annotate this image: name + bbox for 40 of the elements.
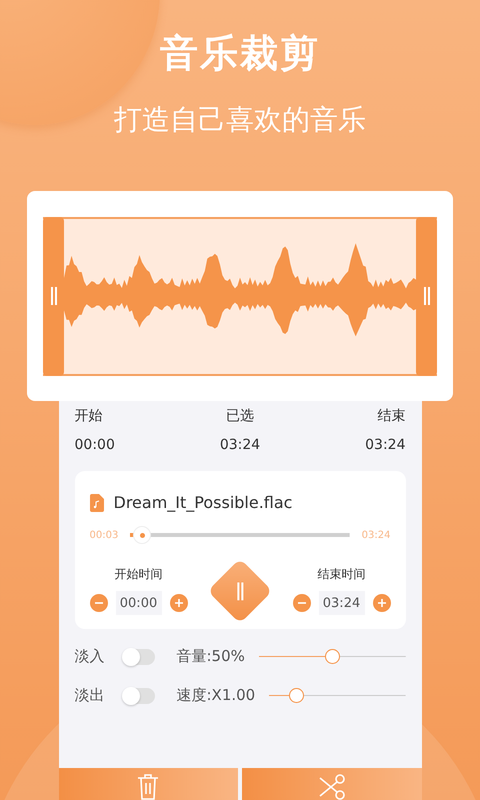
- grip-icon: [424, 287, 430, 305]
- decrease-button[interactable]: [90, 594, 108, 612]
- progress-thumb[interactable]: [133, 526, 152, 544]
- start-time-label: 开始时间: [114, 566, 162, 583]
- time-label: 已选: [224, 407, 255, 425]
- fade-toggle[interactable]: [122, 688, 154, 704]
- start-time-field[interactable]: 00:00: [116, 591, 162, 615]
- time-label: 结束: [376, 407, 406, 425]
- slider-label: 音量:50%: [176, 647, 245, 666]
- decrease-button[interactable]: [292, 594, 310, 612]
- page-subtitle: 打造自己喜欢的音乐: [114, 102, 366, 138]
- cut-button[interactable]: [242, 768, 422, 800]
- slider-thumb[interactable]: [289, 688, 304, 703]
- left-trim-handle[interactable]: [43, 216, 64, 376]
- time-value: 03:24: [218, 437, 262, 453]
- plus-icon: [376, 598, 386, 608]
- music-file-icon: [90, 494, 104, 512]
- slider-label: 速度:X1.00: [176, 686, 256, 705]
- fade-label: 淡入: [74, 647, 106, 666]
- delete-button[interactable]: [58, 768, 238, 800]
- current-time: 00:03: [90, 530, 118, 540]
- fade-label: 淡出: [74, 686, 106, 705]
- end-time-field[interactable]: 03:24: [318, 591, 364, 615]
- total-time: 03:24: [362, 530, 390, 540]
- trash-icon: [137, 774, 160, 800]
- time-label: 开始: [74, 407, 104, 425]
- time-value: 03:24: [364, 437, 406, 453]
- pause-icon: [236, 582, 244, 600]
- scissors-icon: [318, 774, 346, 800]
- slider-thumb[interactable]: [325, 649, 340, 664]
- grip-icon: [50, 287, 56, 305]
- right-trim-handle[interactable]: [416, 216, 437, 376]
- page-title: 音乐裁剪: [160, 30, 320, 77]
- increase-button[interactable]: [372, 594, 390, 612]
- plus-icon: [174, 598, 184, 608]
- increase-button[interactable]: [170, 594, 188, 612]
- time-value: 00:00: [74, 437, 116, 453]
- fade-toggle[interactable]: [122, 648, 154, 664]
- file-name: Dream_It_Possible.flac: [114, 493, 292, 512]
- end-time-label: 结束时间: [318, 566, 366, 583]
